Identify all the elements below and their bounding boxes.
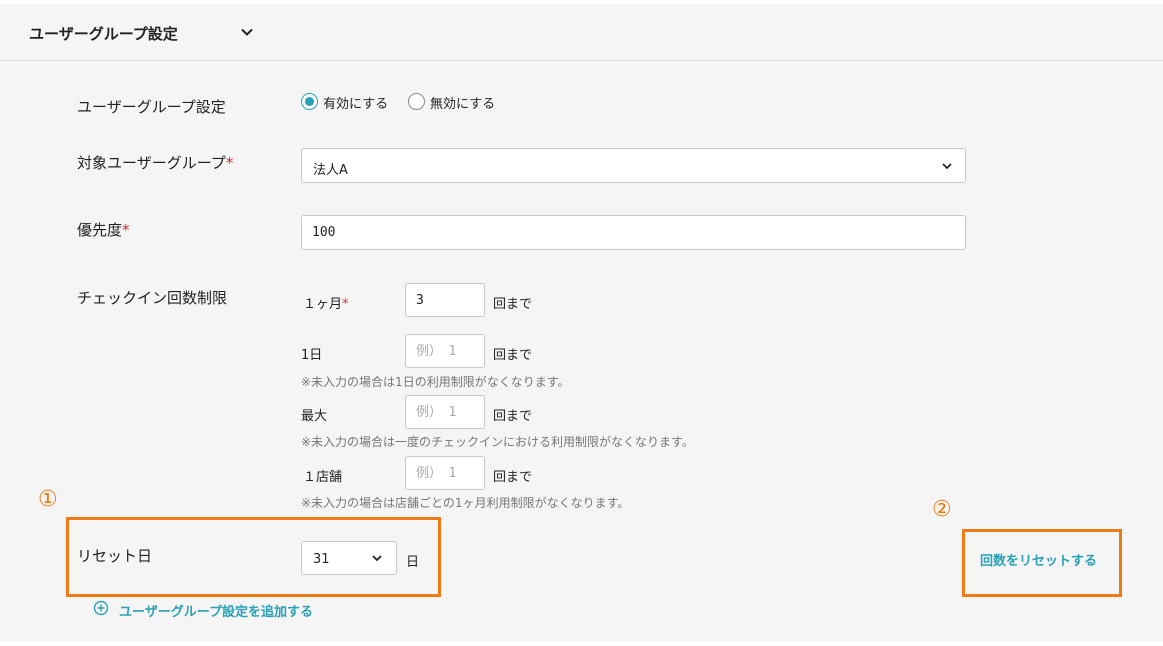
section-title: ユーザーグループ設定 bbox=[29, 25, 178, 43]
plus-circle-icon[interactable] bbox=[93, 600, 109, 616]
limit-max-label: 最大 bbox=[301, 409, 328, 424]
target-group-value: 法人A bbox=[313, 163, 348, 178]
checkin-limit-label: チェックイン回数制限 bbox=[77, 289, 228, 307]
chevron-down-icon bbox=[942, 163, 952, 170]
limit-month-unit: 回まで bbox=[493, 297, 533, 312]
limit-store-unit: 回まで bbox=[493, 470, 533, 485]
limit-store-label: １店舗 bbox=[303, 470, 343, 485]
limit-store-note: ※未入力の場合は店舗ごとの1ヶ月利用制限がなくなります。 bbox=[301, 496, 630, 510]
limit-max-input[interactable] bbox=[405, 395, 485, 429]
target-group-label: 対象ユーザーグループ* bbox=[77, 154, 234, 172]
group-setting-label: ユーザーグループ設定 bbox=[77, 98, 226, 116]
annotation-marker-1: ① bbox=[38, 487, 58, 512]
limit-store-input[interactable] bbox=[405, 456, 485, 490]
reset-day-label: リセット日 bbox=[77, 547, 153, 565]
required-mark: * bbox=[122, 221, 130, 239]
radio-disable-label[interactable]: 無効にする bbox=[430, 93, 495, 112]
limit-month-input[interactable] bbox=[405, 283, 485, 317]
limit-day-input[interactable] bbox=[405, 334, 485, 368]
chevron-down-icon[interactable] bbox=[239, 24, 255, 40]
radio-enable-label[interactable]: 有効にする bbox=[323, 93, 388, 112]
required-mark: * bbox=[342, 297, 349, 312]
limit-max-note: ※未入力の場合は一度のチェックインにおける利用制限がなくなります。 bbox=[301, 435, 694, 449]
radio-disable[interactable] bbox=[408, 93, 425, 110]
add-group-link[interactable]: ユーザーグループ設定を追加する bbox=[119, 601, 313, 620]
reset-count-link[interactable]: 回数をリセットする bbox=[980, 550, 1097, 569]
limit-day-unit: 回まで bbox=[493, 348, 533, 363]
required-mark: * bbox=[225, 154, 234, 172]
radio-enable[interactable] bbox=[301, 93, 318, 110]
limit-day-note: ※未入力の場合は1日の利用制限がなくなります。 bbox=[301, 375, 570, 389]
reset-day-unit: 日 bbox=[406, 555, 420, 570]
priority-input[interactable] bbox=[301, 215, 966, 250]
limit-max-unit: 回まで bbox=[493, 409, 533, 424]
chevron-down-icon bbox=[372, 555, 382, 562]
section-header[interactable]: ユーザーグループ設定 bbox=[0, 4, 1163, 61]
annotation-marker-2: ② bbox=[932, 497, 952, 522]
priority-label: 優先度* bbox=[77, 221, 130, 239]
limit-month-label: １ヶ月* bbox=[303, 297, 349, 312]
limit-day-label: 1日 bbox=[301, 348, 323, 363]
reset-day-select[interactable]: 31 bbox=[301, 541, 397, 575]
target-group-select[interactable]: 法人A bbox=[301, 148, 966, 183]
reset-day-value: 31 bbox=[313, 552, 330, 567]
